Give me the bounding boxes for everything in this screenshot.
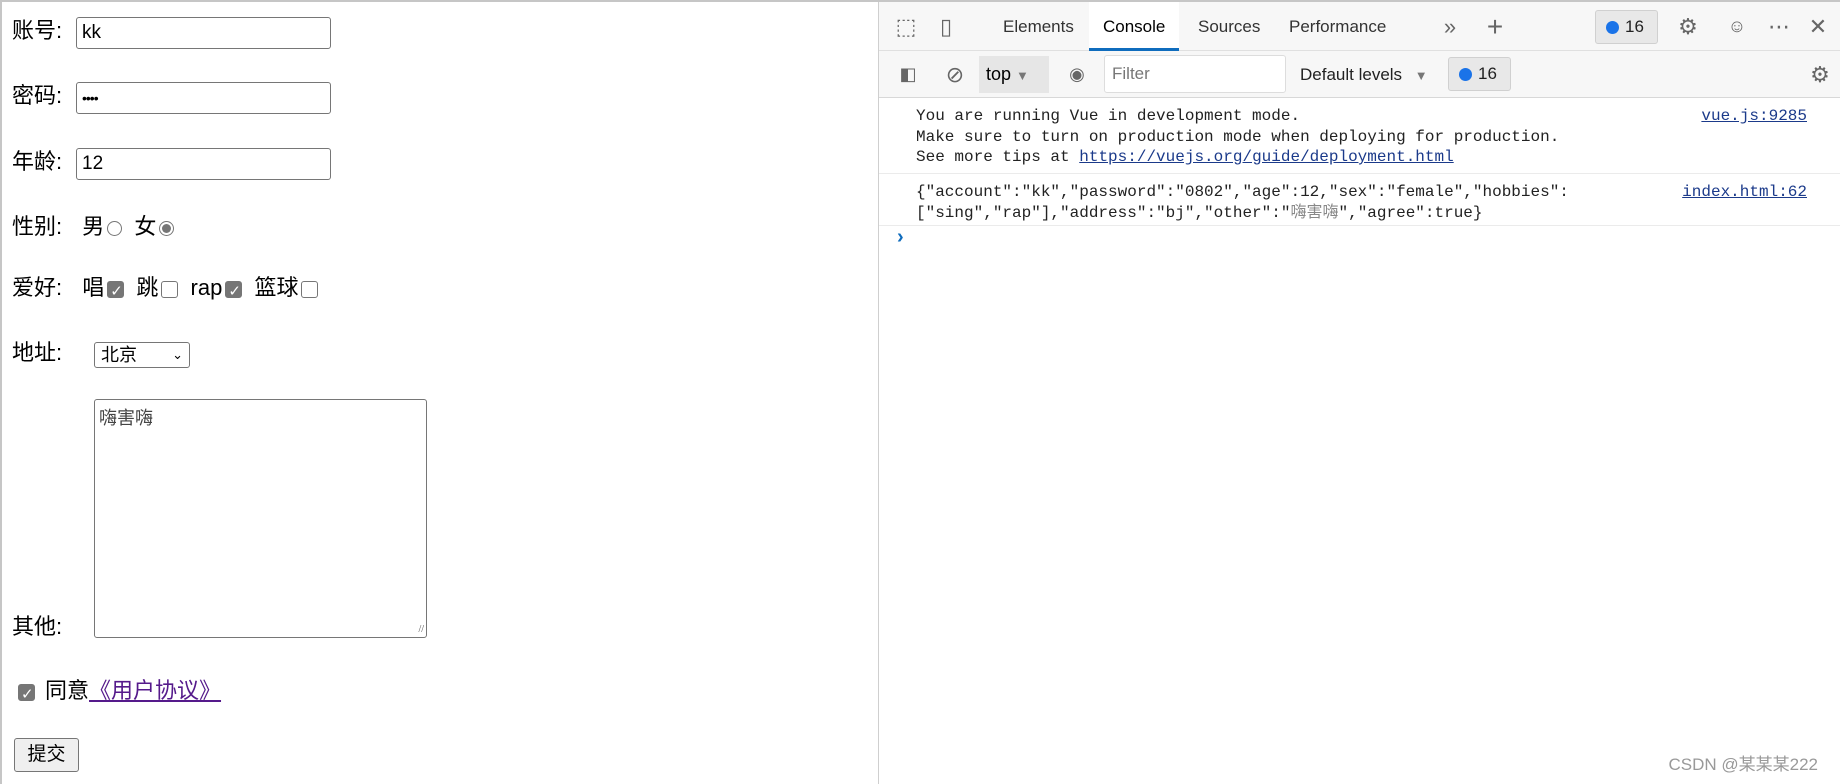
tab-performance[interactable]: Performance xyxy=(1275,2,1400,51)
address-label: 地址: xyxy=(12,340,63,365)
console-settings-gear-icon[interactable]: ⚙ xyxy=(1805,51,1835,98)
device-emulation-icon[interactable]: ▯ xyxy=(931,2,961,51)
submit-button[interactable]: 提交 xyxy=(14,738,79,772)
filter-input[interactable]: Filter xyxy=(1104,55,1286,93)
message-line: You are running Vue in development mode. xyxy=(916,107,1301,125)
live-expression-eye-icon[interactable]: ◉ xyxy=(1062,51,1092,98)
hobby-rap-label: rap xyxy=(190,275,223,300)
hobby-dance-label: 跳 xyxy=(136,275,159,300)
watermark: CSDN @某某某222 xyxy=(1668,755,1818,774)
agree-checkbox[interactable] xyxy=(18,682,35,708)
message-line: Make sure to turn on production mode whe… xyxy=(916,127,1560,146)
other-textarea[interactable]: 嗨害嗨 // xyxy=(94,399,427,638)
resize-handle-icon[interactable]: // xyxy=(418,624,424,635)
message-icon xyxy=(1459,68,1472,82)
issues-badge[interactable]: 16 xyxy=(1595,10,1658,44)
devtools-tabbar: ⬚ ▯ Elements Console Sources Performance… xyxy=(879,2,1840,51)
feedback-icon[interactable]: ☺ xyxy=(1722,2,1752,51)
close-icon[interactable]: ✕ xyxy=(1804,2,1832,51)
sex-row: 性别: 男 女 xyxy=(12,214,180,240)
account-input[interactable]: kk xyxy=(76,17,331,49)
tab-console[interactable]: Console xyxy=(1089,2,1180,51)
agree-row: 同意《用户协议》 xyxy=(18,678,221,708)
more-tabs-icon[interactable]: » xyxy=(1437,2,1463,51)
tab-elements[interactable]: Elements xyxy=(989,2,1088,51)
hobby-dance-checkbox[interactable] xyxy=(161,280,179,298)
age-input[interactable]: 12 xyxy=(76,148,331,180)
message-count-badge[interactable]: 16 xyxy=(1448,57,1511,91)
more-options-icon[interactable]: ⋯ xyxy=(1766,2,1792,51)
console-toolbar: ◧ ⊘ top ▼ ◉ Filter Default levels ▼ 16 ⚙ xyxy=(879,51,1840,98)
hobbies-row: 爱好: 唱 跳 rap 篮球 xyxy=(12,275,324,305)
devtools-panel: ⬚ ▯ Elements Console Sources Performance… xyxy=(878,2,1840,784)
message-icon xyxy=(1606,21,1619,35)
address-select[interactable]: 北京 ⌄ xyxy=(94,342,190,368)
sex-male-radio[interactable] xyxy=(107,220,123,236)
console-message: {"account":"kk","password":"0802","age":… xyxy=(879,174,1840,226)
dropdown-arrow-icon: ▼ xyxy=(1016,68,1029,83)
inspect-element-icon[interactable]: ⬚ xyxy=(891,2,921,51)
levels-value: Default levels xyxy=(1300,65,1403,84)
message-cjk-text: 嗨害嗨 xyxy=(1290,203,1339,221)
hobby-rap-checkbox[interactable] xyxy=(225,279,243,305)
add-tab-icon[interactable]: + xyxy=(1480,2,1510,51)
tab-sources[interactable]: Sources xyxy=(1184,2,1274,51)
message-line: {"account":"kk","password":"0802","age":… xyxy=(916,183,1569,201)
age-label: 年龄: xyxy=(12,149,63,174)
hobbies-label: 爱好: xyxy=(12,275,63,300)
hobby-sing-label: 唱 xyxy=(82,275,105,300)
source-link[interactable]: index.html:62 xyxy=(1682,182,1807,203)
message-text: {"account":"kk","password":"0802","age":… xyxy=(916,182,1569,223)
message-line: ","agree":true} xyxy=(1338,203,1483,222)
password-label: 密码: xyxy=(12,83,63,108)
context-value: top xyxy=(986,64,1012,84)
other-text: 嗨害嗨 xyxy=(99,408,153,428)
sex-female-radio[interactable] xyxy=(159,220,175,236)
message-count: 16 xyxy=(1478,64,1497,83)
context-select[interactable]: top ▼ xyxy=(979,56,1049,93)
hobby-sing-checkbox[interactable] xyxy=(107,279,125,305)
message-line: ["sing","rap"],"address":"bj","other":" xyxy=(916,203,1291,222)
page-form: 账号: kk 密码: •••• 年龄: 12 性别: 男 女 爱好: 唱 跳 r… xyxy=(0,2,878,784)
user-agreement-link[interactable]: 《用户协议》 xyxy=(89,678,221,703)
chevron-down-icon: ⌄ xyxy=(172,347,183,362)
message-text: You are running Vue in development mode.… xyxy=(916,106,1559,168)
gear-icon[interactable]: ⚙ xyxy=(1673,2,1703,51)
hobby-basketball-checkbox[interactable] xyxy=(301,280,319,298)
address-selected: 北京 xyxy=(101,345,137,365)
clear-console-icon[interactable]: ⊘ xyxy=(940,51,970,98)
issues-count: 16 xyxy=(1625,17,1644,36)
hobby-basketball-label: 篮球 xyxy=(254,275,299,300)
sex-female-label: 女 xyxy=(134,214,157,239)
sex-male-label: 男 xyxy=(82,214,105,239)
source-link[interactable]: vue.js:9285 xyxy=(1701,106,1807,127)
password-input[interactable]: •••• xyxy=(76,82,331,114)
message-line: See more tips at xyxy=(916,148,1080,166)
sex-label: 性别: xyxy=(12,214,63,239)
sidebar-toggle-icon[interactable]: ◧ xyxy=(893,51,923,98)
account-label: 账号: xyxy=(12,18,63,43)
levels-select[interactable]: Default levels ▼ xyxy=(1300,51,1428,99)
other-label: 其他: xyxy=(12,614,63,639)
deployment-link[interactable]: https://vuejs.org/guide/deployment.html xyxy=(1079,148,1453,166)
console-message: You are running Vue in development mode.… xyxy=(879,98,1840,174)
console-prompt[interactable]: › xyxy=(897,226,904,249)
agree-label: 同意 xyxy=(45,678,90,703)
dropdown-arrow-icon: ▼ xyxy=(1414,68,1428,83)
